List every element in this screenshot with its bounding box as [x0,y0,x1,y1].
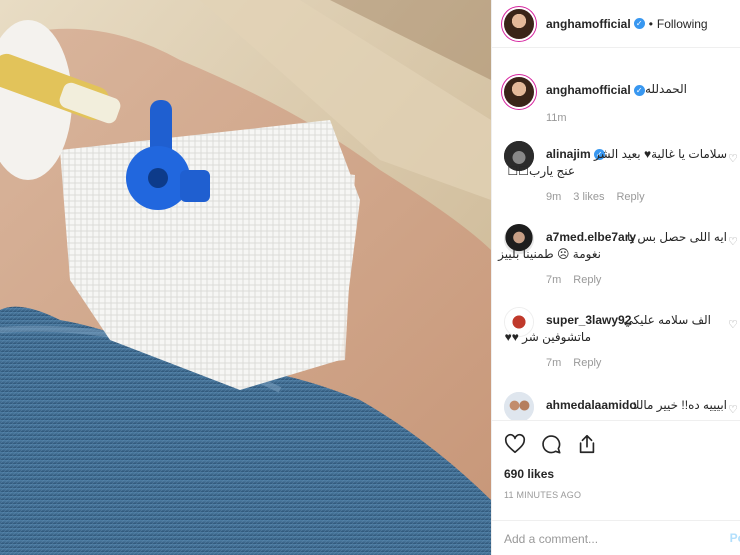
comment-text-line2: عنج يارب☐☐ [507,164,575,178]
comment-item: super_3lawy92 الف سلامه عليكي ماتشوفين ش… [504,307,740,377]
comment-text-line1: الف سلامه عليكي [623,313,711,327]
comment-item: ahmedalaamido ابيييه ده!! خيير مالك ♡ [504,392,740,420]
comment-like-heart-icon[interactable]: ♡ [728,405,739,416]
comment-text-line1: ابيييه ده!! خيير مالك [629,398,727,412]
reply-button[interactable]: Reply [573,357,601,369]
separator-dot: • [648,16,653,31]
post-photo[interactable] [0,0,491,555]
comment-input[interactable] [504,529,724,549]
commenter-username[interactable]: ahmedalaamido [546,398,637,412]
commenter-username[interactable]: super_3lawy92 [546,313,631,327]
comments-list[interactable]: anghamofficial ✓ الحمدلله 11m alinajim ✓ س… [492,49,740,420]
action-icons [504,433,598,455]
caption: anghamofficial ✓ الحمدلله 11m [504,77,740,127]
comment-text-line1: ايه اللى حصل بس يا [627,230,727,244]
post-header: anghamofficial ✓ • Following [492,0,740,48]
author-username[interactable]: anghamofficial [546,17,631,31]
verified-badge-icon: ✓ [633,18,645,29]
comment-like-heart-icon[interactable]: ♡ [728,237,739,248]
post-comment-button[interactable]: Po [730,531,740,545]
reply-button[interactable]: Reply [616,191,644,203]
comment-meta: 7m Reply [546,274,602,286]
comment-item: alinajim ✓ سلامات يا غالية♥ بعيد الشر عنج… [504,141,740,211]
share-icon[interactable] [576,433,598,455]
caption-avatar[interactable] [504,77,534,107]
comment-meta: 7m Reply [546,357,602,369]
verified-badge-icon: ✓ [633,85,645,97]
likes-count[interactable]: 690 likes [504,467,554,481]
heart-icon[interactable] [504,433,526,455]
add-comment-bar: Po [492,520,740,555]
author-avatar[interactable] [504,8,534,39]
caption-text: الحمدلله [644,82,687,96]
reply-button[interactable]: Reply [573,274,601,286]
comment-meta: 9m 3 likes Reply [546,191,645,203]
following-button[interactable]: Following [657,17,708,31]
post-side-panel: anghamofficial ✓ • Following anghamoffic… [491,0,740,555]
comment-icon[interactable] [540,433,562,455]
comment-like-heart-icon[interactable]: ♡ [728,154,739,165]
comment-item: a7med.elbe7ary ايه اللى حصل بس يا نغومة … [498,224,740,294]
caption-time: 11m [546,112,567,124]
commenter-username[interactable]: a7med.elbe7ary [546,230,636,244]
post-timestamp[interactable]: 11 MINUTES AGO [504,490,581,500]
comment-text-line1: سلامات يا غالية♥ بعيد الشر [593,147,727,161]
comment-likes[interactable]: 3 likes [573,191,604,203]
comment-text-line2: نغومة ☹ طمنينا بلييز [498,247,601,261]
post-actions: 690 likes 11 MINUTES AGO [492,420,740,520]
post-image [0,0,491,555]
commenter-avatar[interactable] [504,392,534,420]
comment-like-heart-icon[interactable]: ♡ [728,320,739,331]
caption-username[interactable]: anghamofficial ✓ [546,83,645,97]
comment-text-line2: ماتشوفين شر ♥♥ [504,330,591,344]
